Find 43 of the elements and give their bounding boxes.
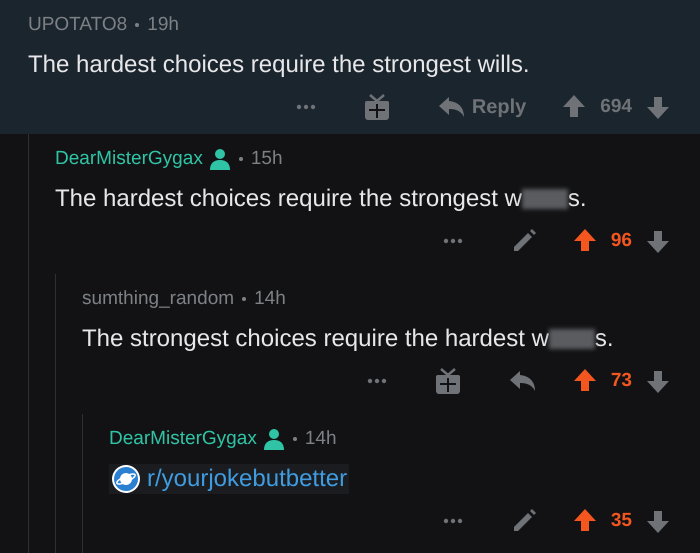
timestamp: 19h — [147, 14, 179, 36]
reply-button[interactable] — [508, 370, 537, 392]
username[interactable]: DearMisterGygax — [109, 428, 257, 450]
downvote-icon[interactable] — [646, 94, 670, 120]
separator-dot — [242, 297, 246, 301]
upvote-icon[interactable] — [572, 228, 597, 254]
reply-arrow-icon — [508, 370, 537, 392]
upvote-icon[interactable] — [562, 94, 586, 120]
person-icon — [262, 428, 285, 450]
separator-dot — [135, 23, 140, 27]
gift-icon[interactable] — [434, 367, 461, 395]
downvote-icon[interactable] — [646, 368, 670, 394]
comment-text: The hardest choices require the strongest wills. — [28, 51, 530, 79]
upvote-icon[interactable] — [572, 368, 597, 394]
downvote-icon[interactable] — [646, 508, 670, 534]
vote-count: 96 — [610, 230, 632, 252]
username[interactable]: sumthing_random — [82, 288, 234, 310]
more-icon[interactable] — [442, 238, 463, 244]
vote-count: 35 — [610, 510, 632, 532]
separator-dot — [238, 157, 243, 161]
downvote-icon[interactable] — [646, 228, 670, 254]
more-icon[interactable] — [366, 378, 387, 384]
comment-text: s. — [594, 325, 614, 353]
separator-dot — [292, 437, 297, 441]
upvote-icon[interactable] — [572, 508, 597, 534]
person-icon — [208, 148, 231, 170]
comment-text: The hardest choices require the strongest w — [55, 185, 522, 213]
reply-arrow-icon — [438, 96, 466, 118]
comment-text: The strongest choices require the hardest w — [82, 325, 549, 353]
timestamp: 14h — [254, 288, 286, 310]
timestamp: 14h — [304, 428, 337, 450]
gift-icon[interactable] — [364, 93, 390, 121]
more-icon[interactable] — [296, 104, 316, 110]
vote-count: 73 — [610, 370, 632, 392]
timestamp: 15h — [250, 148, 283, 170]
comment-text: s. — [568, 185, 587, 213]
more-icon[interactable] — [442, 518, 463, 524]
username[interactable]: DearMisterGygax — [55, 148, 203, 170]
username[interactable]: UPOTATO8 — [28, 14, 128, 36]
subreddit-link[interactable]: r/yourjokebutbetter — [109, 464, 350, 494]
planet-icon — [111, 464, 141, 494]
vote-count: 694 — [600, 96, 632, 118]
reply-button[interactable]: Reply — [438, 96, 526, 118]
